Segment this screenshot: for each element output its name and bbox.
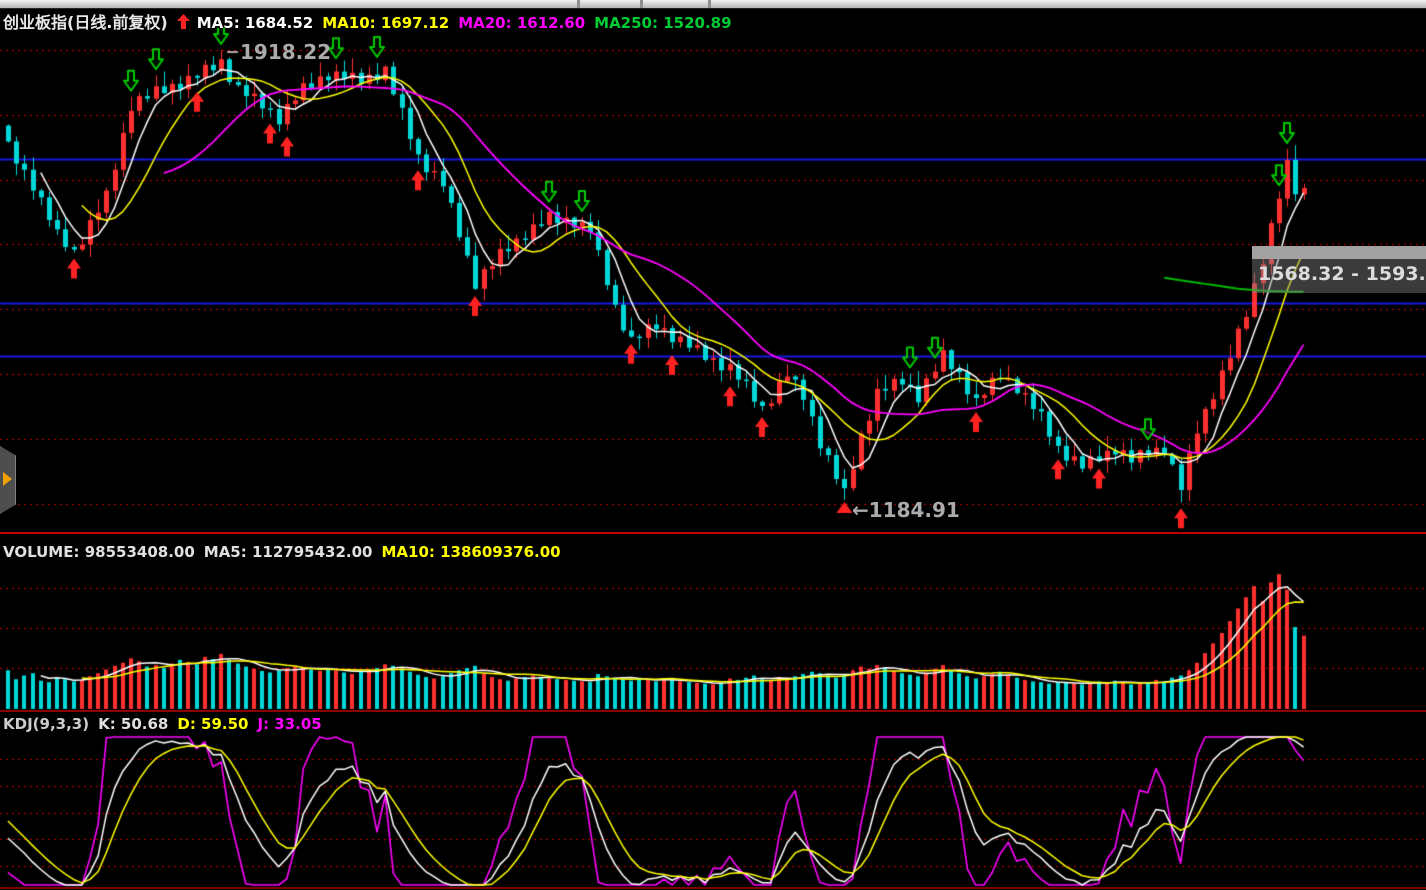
low-price-label: ←1184.91 xyxy=(852,498,960,522)
gap-range-tooltip-bar xyxy=(1252,246,1426,259)
toolbar-divider xyxy=(577,0,580,8)
symbol-title: 创业板指(日线.前复权) xyxy=(3,13,168,32)
gap-range-tooltip: 1568.32 - 1593.26 xyxy=(1252,246,1426,293)
indicator-value: MA5: 1684.52 xyxy=(197,14,314,32)
ma-values: MA5: 1684.52 MA10: 1697.12 MA20: 1612.60 MA… xyxy=(197,14,741,32)
indicator-value: MA250: 1520.89 xyxy=(594,14,731,32)
indicator-value: MA10: 138609376.00 xyxy=(381,543,560,561)
pane-separator xyxy=(0,887,1426,889)
expand-arrow-icon xyxy=(3,472,12,486)
indicator-value: K: 50.68 xyxy=(98,715,168,733)
indicator-value: MA10: 1697.12 xyxy=(322,14,449,32)
chart-canvas[interactable] xyxy=(0,0,1426,890)
main-pane-header: 创业板指(日线.前复权) MA5: 1684.52MA10: 1697.12MA… xyxy=(3,9,750,33)
trend-up-icon xyxy=(177,14,190,29)
indicator-value: J: 33.05 xyxy=(258,715,322,733)
peak-price-label: 1918.22 xyxy=(240,40,331,64)
indicator-value: MA20: 1612.60 xyxy=(458,14,585,32)
kdj-values: K: 50.68 D: 59.50 J: 33.05 xyxy=(98,715,331,733)
indicator-value: D: 59.50 xyxy=(177,715,248,733)
pane-separator xyxy=(0,532,1426,534)
gap-range-text: 1568.32 - 1593.26 xyxy=(1252,259,1426,293)
kdj-indicator-name: KDJ(9,3,3) xyxy=(3,715,89,733)
indicator-value: VOLUME: 98553408.00 xyxy=(3,543,195,561)
trading-app-window: 创业板指(日线.前复权) MA5: 1684.52MA10: 1697.12MA… xyxy=(0,0,1426,890)
indicator-value: MA5: 112795432.00 xyxy=(204,543,373,561)
toolbar-divider xyxy=(708,0,711,8)
volume-values: VOLUME: 98553408.00 MA5: 112795432.00 MA10… xyxy=(3,543,570,561)
toolbar-edge xyxy=(0,0,1426,9)
kdj-pane-header: KDJ(9,3,3) K: 50.68 D: 59.50 J: 33.05 xyxy=(3,715,340,733)
volume-pane-header: VOLUME: 98553408.00 MA5: 112795432.00 MA10… xyxy=(3,543,579,561)
pane-separator xyxy=(0,710,1426,712)
panel-expand-handle[interactable] xyxy=(0,446,16,514)
toolbar-divider xyxy=(640,0,643,8)
